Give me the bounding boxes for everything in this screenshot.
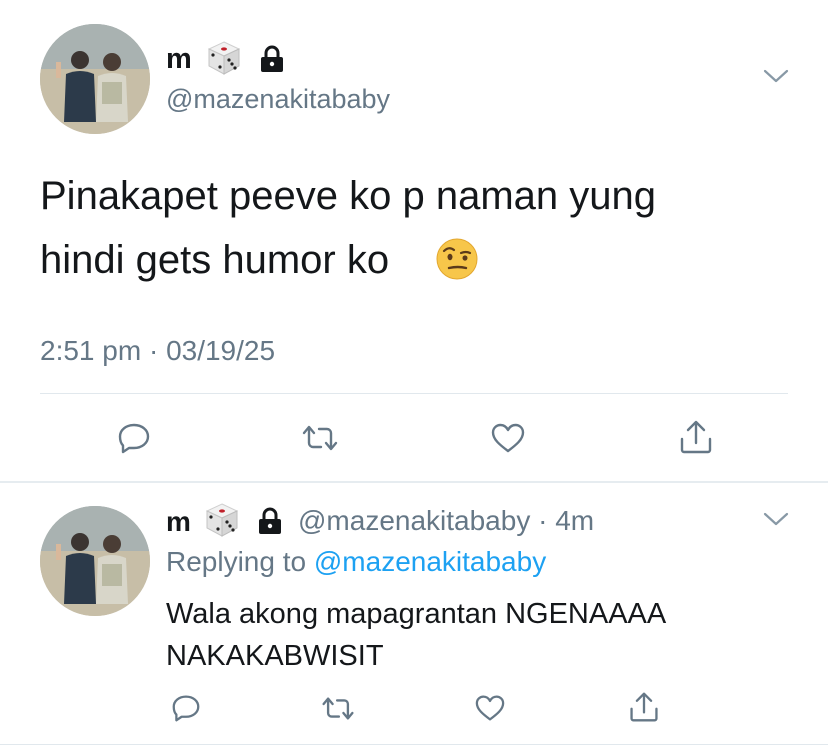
tweet-date: 03/19/25 bbox=[166, 335, 276, 366]
tweet-timestamp[interactable]: 2:51 pm · 03/19/25 bbox=[40, 334, 275, 368]
reply-display-name[interactable]: m bbox=[166, 506, 191, 538]
tweet-separator bbox=[0, 481, 828, 483]
heart-icon bbox=[475, 695, 505, 721]
divider bbox=[40, 393, 788, 394]
reply-button[interactable] bbox=[112, 418, 156, 458]
handle[interactable]: @mazenakitababy bbox=[166, 83, 390, 115]
share-button[interactable] bbox=[624, 688, 664, 726]
bottom-divider bbox=[0, 744, 828, 745]
share-button[interactable] bbox=[674, 416, 718, 458]
lock-icon bbox=[258, 44, 286, 74]
lock-icon bbox=[256, 506, 284, 536]
heart-icon bbox=[491, 423, 525, 453]
display-name[interactable]: m bbox=[166, 42, 192, 76]
reply-icon bbox=[172, 695, 200, 722]
like-button[interactable] bbox=[486, 418, 530, 458]
replying-handle-link[interactable]: @mazenakitababy bbox=[314, 546, 546, 577]
replying-label: Replying to bbox=[166, 546, 307, 577]
reply-button[interactable] bbox=[166, 690, 206, 726]
share-icon bbox=[630, 692, 658, 722]
avatar[interactable] bbox=[40, 24, 150, 134]
retweet-icon bbox=[302, 425, 338, 451]
reply-text-line2: NAKAKABWISIT bbox=[166, 640, 384, 672]
retweet-button[interactable] bbox=[316, 690, 360, 726]
reply-handle-line: @mazenakitababy · 4m bbox=[298, 504, 594, 538]
reply-avatar[interactable] bbox=[40, 506, 150, 616]
retweet-button[interactable] bbox=[296, 418, 344, 458]
reply-age[interactable]: 4m bbox=[555, 505, 594, 536]
like-button[interactable] bbox=[470, 690, 510, 726]
dice-emoji bbox=[204, 502, 240, 538]
meta-separator: · bbox=[538, 505, 548, 536]
reply-icon bbox=[118, 423, 150, 454]
face-with-raised-eyebrow-emoji bbox=[436, 238, 478, 280]
share-icon bbox=[680, 420, 712, 454]
tweet-text-line1: Pinakapet peeve ko p naman yung bbox=[40, 174, 656, 218]
replying-to: Replying to @mazenakitababy bbox=[166, 545, 546, 579]
reply-handle[interactable]: @mazenakitababy bbox=[298, 505, 530, 536]
tweet-time: 2:51 pm bbox=[40, 335, 142, 366]
meta-separator: · bbox=[148, 335, 159, 366]
dice-emoji bbox=[206, 40, 242, 76]
tweet-text-line2: hindi gets humor ko bbox=[40, 238, 390, 282]
chevron-down-icon[interactable] bbox=[763, 68, 789, 89]
chevron-down-icon[interactable] bbox=[763, 511, 789, 532]
retweet-icon bbox=[322, 696, 354, 720]
reply-text-line1: Wala akong mapagrantan NGENAAAA bbox=[166, 598, 667, 630]
